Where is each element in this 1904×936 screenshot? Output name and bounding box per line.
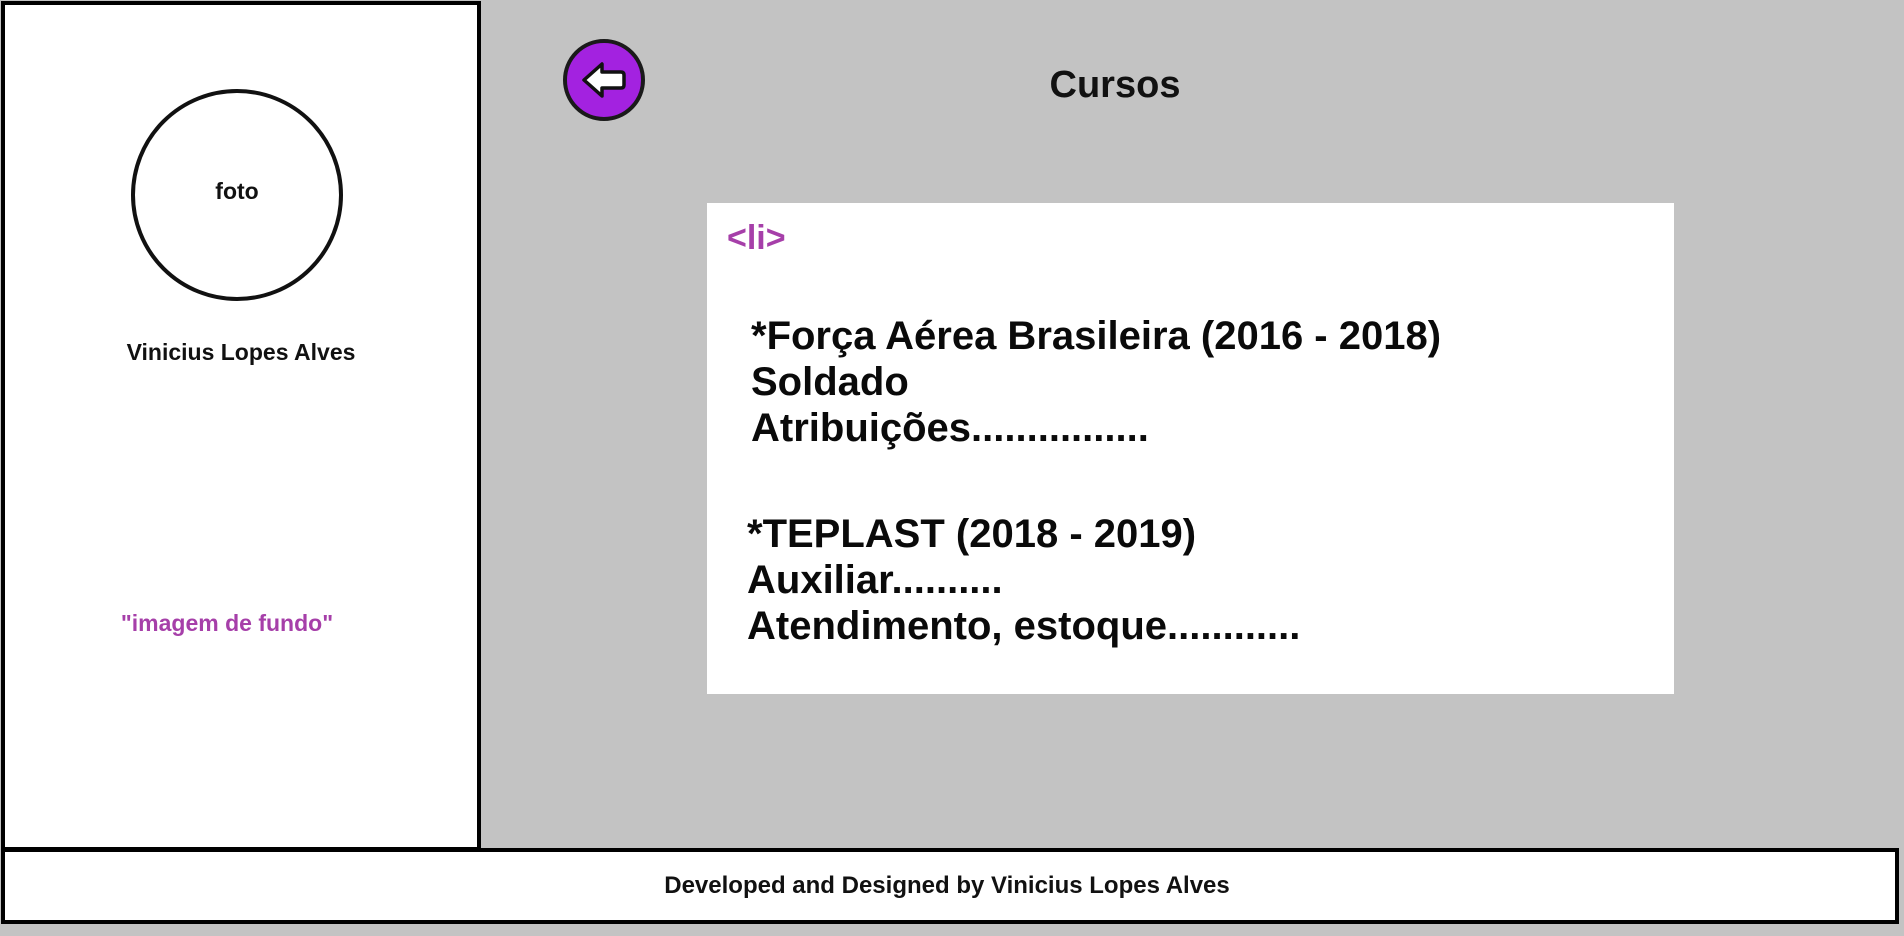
list-tag-annotation: <li> [727, 219, 786, 257]
course-entry: *TEPLAST (2018 - 2019) Auxiliar.........… [747, 511, 1300, 649]
profile-name: Vinicius Lopes Alves [126, 339, 356, 365]
courses-card: <li> *Força Aérea Brasileira (2016 - 201… [707, 203, 1674, 694]
arrow-left-icon [582, 62, 626, 98]
sidebar: foto Vinicius Lopes Alves "imagem de fun… [1, 1, 481, 851]
footer-credit: Developed and Designed by Vinicius Lopes… [664, 872, 1230, 899]
course-role: Soldado [751, 360, 909, 404]
course-title: *TEPLAST (2018 - 2019) [747, 512, 1197, 556]
course-title: *Força Aérea Brasileira (2016 - 2018) [751, 314, 1442, 358]
back-button[interactable] [563, 39, 645, 121]
avatar: foto [131, 89, 343, 301]
course-role: Auxiliar.......... [747, 558, 1003, 602]
course-duties: Atribuições................ [751, 406, 1149, 450]
avatar-label: foto [215, 177, 259, 204]
background-image-note: "imagem de fundo" [120, 610, 334, 636]
footer: Developed and Designed by Vinicius Lopes… [1, 848, 1899, 924]
course-duties: Atendimento, estoque............ [747, 604, 1301, 648]
course-entry: *Força Aérea Brasileira (2016 - 2018) So… [751, 313, 1441, 451]
page-title: Cursos [1049, 64, 1181, 106]
